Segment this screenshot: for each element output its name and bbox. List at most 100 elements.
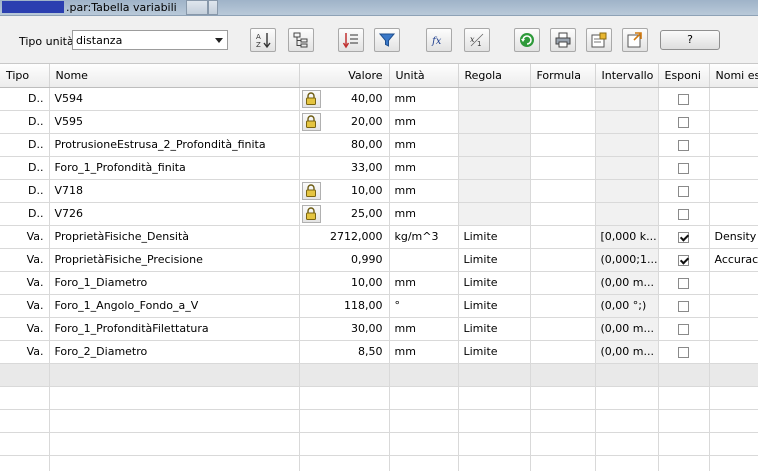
cell-unita[interactable]: mm: [389, 340, 459, 364]
cell-regola[interactable]: [458, 87, 531, 111]
esponi-checkbox[interactable]: [678, 139, 689, 151]
cell-formula[interactable]: [530, 340, 596, 364]
cell-valore[interactable]: 8,50: [299, 340, 390, 364]
cell-unita[interactable]: mm: [389, 317, 459, 341]
cell-tipo[interactable]: Va.: [0, 340, 50, 364]
cell-intervallo[interactable]: (0,00 °;): [595, 294, 659, 318]
filter-button[interactable]: [374, 28, 400, 52]
cell-valore[interactable]: 10,00: [299, 179, 390, 203]
cell-unita[interactable]: mm: [389, 271, 459, 295]
cell-nome[interactable]: Foro_1_Angolo_Fondo_a_V: [49, 294, 300, 318]
cell-valore[interactable]: 20,00: [299, 110, 390, 134]
cell-regola[interactable]: [458, 179, 531, 203]
cell-valore[interactable]: 25,00: [299, 202, 390, 226]
empty-cell[interactable]: [458, 455, 531, 471]
esponi-checkbox[interactable]: [678, 277, 689, 289]
table-row[interactable]: D.. V595 20,00 mm: [0, 110, 758, 134]
cell-regola[interactable]: Limite: [458, 317, 531, 341]
cell-formula[interactable]: [530, 110, 596, 134]
empty-cell[interactable]: [709, 455, 758, 471]
cell-tipo[interactable]: D..: [0, 202, 50, 226]
empty-cell[interactable]: [658, 432, 710, 456]
cell-tipo[interactable]: Va.: [0, 294, 50, 318]
table-row[interactable]: D.. V594 40,00 mm: [0, 87, 758, 111]
empty-cell[interactable]: [458, 386, 531, 410]
column-header-esponi[interactable]: Esponi: [658, 64, 710, 88]
cell-nomi-esposti[interactable]: Accurac: [709, 248, 758, 272]
cell-intervallo[interactable]: [595, 156, 659, 180]
cell-nomi-esposti[interactable]: [709, 294, 758, 318]
cell-valore[interactable]: 10,00: [299, 271, 390, 295]
empty-cell[interactable]: [530, 363, 596, 387]
cell-nome[interactable]: V595: [49, 110, 300, 134]
cell-nomi-esposti[interactable]: [709, 340, 758, 364]
cell-formula[interactable]: [530, 87, 596, 111]
column-header-tipo[interactable]: Tipo: [0, 64, 50, 88]
cell-valore[interactable]: 33,00: [299, 156, 390, 180]
esponi-checkbox[interactable]: [678, 323, 689, 335]
column-header-unita[interactable]: Unità: [389, 64, 459, 88]
empty-row[interactable]: [0, 455, 758, 471]
empty-cell[interactable]: [658, 363, 710, 387]
cell-intervallo[interactable]: [595, 87, 659, 111]
sort-list-button[interactable]: [338, 28, 364, 52]
column-header-nomi-esposti[interactable]: Nomi es: [709, 64, 758, 88]
table-row[interactable]: D.. Foro_1_Profondità_finita 33,00 mm: [0, 156, 758, 180]
print-button[interactable]: [550, 28, 576, 52]
cell-nome[interactable]: ProprietàFisiche_Densità: [49, 225, 300, 249]
cell-regola[interactable]: Limite: [458, 248, 531, 272]
empty-cell[interactable]: [530, 386, 596, 410]
cell-unita[interactable]: mm: [389, 133, 459, 157]
cell-tipo[interactable]: Va.: [0, 271, 50, 295]
cell-formula[interactable]: [530, 156, 596, 180]
empty-cell[interactable]: [595, 455, 659, 471]
empty-cell[interactable]: [658, 455, 710, 471]
column-header-intervallo[interactable]: Intervallo: [595, 64, 659, 88]
empty-cell[interactable]: [0, 386, 50, 410]
cell-unita[interactable]: mm: [389, 202, 459, 226]
empty-cell[interactable]: [709, 363, 758, 387]
empty-row[interactable]: [0, 409, 758, 433]
esponi-checkbox[interactable]: [678, 162, 689, 174]
cell-nome[interactable]: Foro_2_Diametro: [49, 340, 300, 364]
cell-intervallo[interactable]: [595, 202, 659, 226]
empty-cell[interactable]: [49, 363, 300, 387]
cell-formula[interactable]: [530, 271, 596, 295]
cell-nome[interactable]: Foro_1_Diametro: [49, 271, 300, 295]
empty-cell[interactable]: [49, 432, 300, 456]
cell-intervallo[interactable]: (0,00 m...: [595, 271, 659, 295]
cell-formula[interactable]: [530, 202, 596, 226]
cell-nome[interactable]: ProprietàFisiche_Precisione: [49, 248, 300, 272]
cell-valore[interactable]: 2712,000: [299, 225, 390, 249]
empty-cell[interactable]: [709, 409, 758, 433]
cell-valore[interactable]: 40,00: [299, 87, 390, 111]
window-control-button[interactable]: [186, 0, 208, 15]
cell-intervallo[interactable]: (0,00 m...: [595, 340, 659, 364]
table-row[interactable]: Va. Foro_1_ProfonditàFilettatura 30,00 mm Li…: [0, 317, 758, 341]
cell-formula[interactable]: [530, 225, 596, 249]
empty-cell[interactable]: [595, 386, 659, 410]
column-header-valore[interactable]: Valore: [299, 64, 390, 88]
empty-cell[interactable]: [389, 409, 459, 433]
column-header-formula[interactable]: Formula: [530, 64, 596, 88]
cell-valore[interactable]: 80,00: [299, 133, 390, 157]
empty-cell[interactable]: [49, 455, 300, 471]
cell-nomi-esposti[interactable]: [709, 317, 758, 341]
cell-tipo[interactable]: D..: [0, 156, 50, 180]
cell-nomi-esposti[interactable]: [709, 133, 758, 157]
empty-cell[interactable]: [595, 363, 659, 387]
cell-nome[interactable]: V594: [49, 87, 300, 111]
cell-intervallo[interactable]: [595, 179, 659, 203]
cell-unita[interactable]: [389, 248, 459, 272]
cell-formula[interactable]: [530, 133, 596, 157]
cell-intervallo[interactable]: (0,00 m...: [595, 317, 659, 341]
cell-tipo[interactable]: D..: [0, 133, 50, 157]
empty-cell[interactable]: [0, 432, 50, 456]
esponi-checkbox[interactable]: [678, 116, 689, 128]
cell-tipo[interactable]: D..: [0, 87, 50, 111]
esponi-checkbox[interactable]: [678, 93, 689, 105]
column-header-nome[interactable]: Nome: [49, 64, 300, 88]
table-row[interactable]: D.. V726 25,00 mm: [0, 202, 758, 226]
empty-row[interactable]: [0, 363, 758, 387]
empty-cell[interactable]: [658, 386, 710, 410]
